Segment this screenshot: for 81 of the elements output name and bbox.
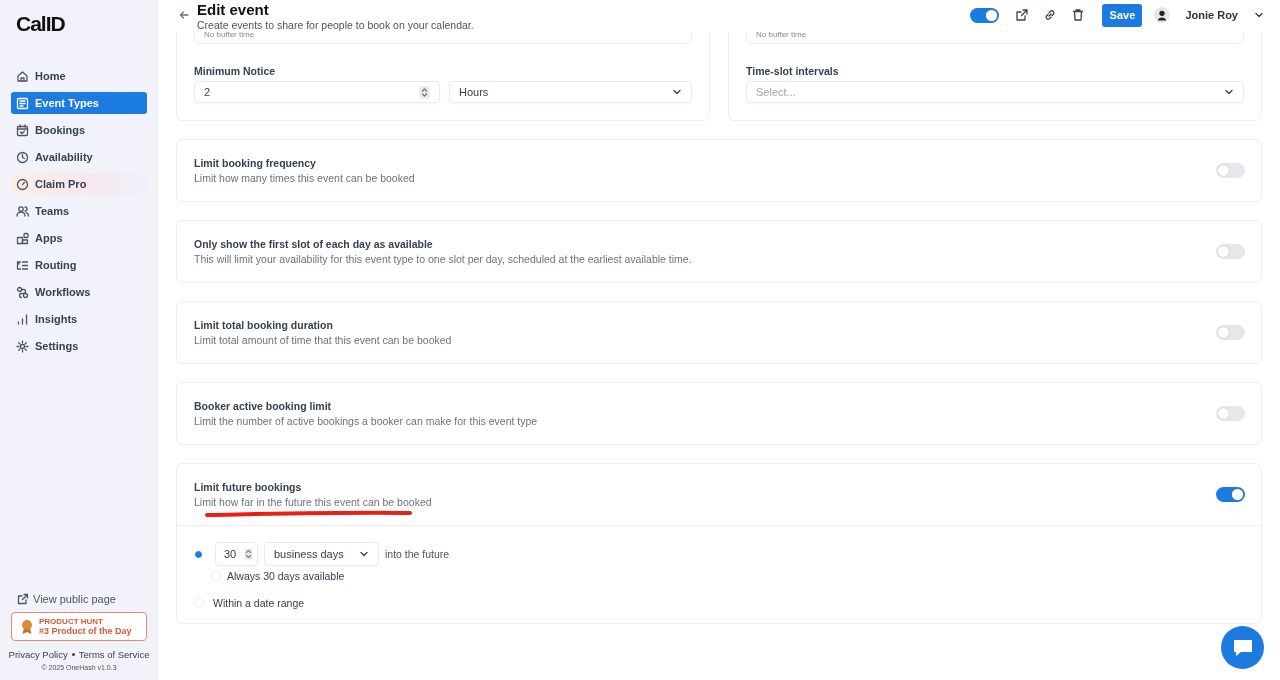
setting-description: This will limit your availability for this event type to one slot per day, scheduled at the earliest available time. [194, 253, 692, 265]
sidebar-item[interactable]: Workflows [11, 281, 147, 303]
setting-title: Limit future bookings [194, 481, 303, 493]
number-field[interactable]: 30 [215, 542, 258, 566]
badge-caption: PRODUCT HUNT [39, 617, 104, 626]
field-label: Minimum Notice [194, 65, 277, 77]
toggle-switch[interactable] [1216, 325, 1245, 340]
option-label: into the future [385, 548, 450, 560]
toolbar-button[interactable] [1071, 8, 1086, 22]
trash-icon [1071, 8, 1086, 22]
select-field[interactable]: No buffer time [194, 30, 692, 44]
people-icon [16, 204, 29, 218]
setting-description: Limit the number of active bookings a booker can make for this event type [194, 415, 538, 427]
sidebar-item[interactable]: Home [11, 65, 147, 87]
logo: CalID [16, 12, 65, 37]
home-icon [16, 69, 29, 83]
chevron-down-icon [1254, 10, 1264, 20]
medal-icon [21, 618, 33, 635]
external-link-icon [1015, 8, 1030, 22]
setting-description: Limit total amount of time that this event can be booked [194, 334, 452, 346]
claim-pro-link[interactable]: Claim Pro [11, 173, 147, 195]
badge-text: #3 Product of the Day [39, 626, 132, 636]
sidebar-item[interactable]: Availability [11, 146, 147, 168]
toggle-switch[interactable] [1216, 487, 1245, 502]
toolbar-button[interactable] [1015, 8, 1030, 22]
field-label: Time-slot intervals [746, 65, 840, 77]
bar-chart-icon [16, 312, 29, 326]
sidebar-item[interactable]: Routing [11, 254, 147, 276]
workflow-icon [16, 285, 29, 299]
apps-icon [16, 231, 29, 245]
chat-icon [1231, 637, 1254, 658]
sidebar-item[interactable]: Settings [11, 335, 147, 357]
radio-button[interactable] [195, 550, 202, 558]
visibility-toggle[interactable] [970, 7, 1000, 23]
toggle-switch[interactable] [1216, 406, 1245, 421]
link-icon [1043, 8, 1058, 22]
stepper-icon [244, 548, 253, 560]
stepper-icon [419, 85, 430, 99]
option-label: Always 30 days available [227, 570, 345, 582]
number-field[interactable]: 2 [194, 81, 440, 103]
separator-dot [71, 653, 75, 656]
calendar-icon [16, 123, 29, 137]
external-link-icon [17, 593, 29, 605]
sidebar-item[interactable]: Bookings [11, 119, 147, 141]
chevron-down-icon [672, 87, 682, 97]
sidebar-item[interactable]: Apps [11, 227, 147, 249]
user-menu[interactable]: Jonie Roy [1185, 9, 1264, 21]
page-subtitle: Create events to share for people to book on your calendar. [197, 19, 474, 31]
sidebar-item[interactable]: Insights [11, 308, 147, 330]
toggle-switch[interactable] [1216, 163, 1245, 178]
setting-description: Limit how far in the future this event can be booked [194, 496, 432, 508]
select-field[interactable]: business days [264, 542, 379, 566]
toolbar-button[interactable] [1043, 8, 1058, 22]
chat-button[interactable] [1221, 626, 1264, 669]
gauge-icon [16, 177, 29, 191]
list-icon [16, 96, 29, 110]
setting-title: Booker active booking limit [194, 400, 333, 412]
select-field[interactable]: No buffer time [746, 30, 1244, 44]
toggle-switch[interactable] [1216, 244, 1245, 259]
product-hunt-badge[interactable]: PRODUCT HUNT #3 Product of the Day [11, 612, 147, 641]
footer-link[interactable]: Terms of Service [78, 649, 150, 660]
settings-icon [16, 339, 29, 353]
sidebar-item[interactable]: Teams [11, 200, 147, 222]
footer-link[interactable]: Privacy Policy [8, 649, 68, 660]
sidebar-item[interactable]: Event Types [11, 92, 147, 114]
setting-title: Limit total booking duration [194, 319, 334, 331]
option-label: Within a date range [213, 597, 305, 609]
back-button[interactable] [179, 10, 189, 20]
setting-title: Only show the first slot of each day as available [194, 238, 434, 250]
setting-description: Limit how many times this event can be booked [194, 172, 415, 184]
select-field[interactable]: Hours [449, 81, 692, 103]
back-arrow-icon [179, 10, 189, 20]
save-button[interactable]: Save [1102, 3, 1143, 27]
chevron-down-icon [359, 549, 369, 559]
chevron-down-icon [1224, 87, 1234, 97]
clock-icon [16, 150, 29, 164]
avatar-icon [1154, 7, 1171, 23]
routing-icon [16, 258, 29, 272]
setting-title: Limit booking frequency [194, 157, 317, 169]
page-title: Edit event [197, 1, 270, 18]
view-public-page-link[interactable]: View public page [17, 593, 116, 605]
